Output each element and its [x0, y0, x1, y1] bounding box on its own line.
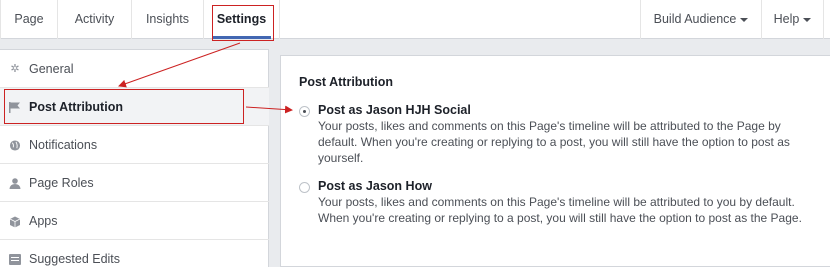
sidebar-item-suggested-edits[interactable]: Suggested Edits — [0, 240, 269, 267]
option-post-as-person[interactable]: Post as Jason How Your posts, likes and … — [299, 179, 819, 243]
build-audience-label: Build Audience — [653, 12, 737, 26]
page-top-nav: Page Activity Insights Settings Build Au… — [0, 0, 830, 39]
globe-icon — [9, 140, 21, 151]
gear-icon: ✲ — [10, 63, 20, 75]
sidebar-item-notifications[interactable]: Notifications — [0, 126, 269, 164]
sidebar-item-page-roles[interactable]: Page Roles — [0, 164, 269, 202]
post-attribution-panel: Post Attribution Post as Jason HJH Socia… — [280, 55, 830, 267]
sidebar-item-label: Apps — [29, 214, 58, 228]
radio-post-as-person[interactable] — [299, 182, 310, 193]
option-description: Your posts, likes and comments on this P… — [318, 195, 802, 225]
cube-icon — [9, 216, 21, 228]
settings-sidebar: ✲ General Post Attribution Notifications… — [0, 49, 269, 267]
sidebar-item-label: General — [29, 62, 74, 76]
help-menu[interactable]: Help — [762, 0, 824, 39]
option-description: Your posts, likes and comments on this P… — [318, 119, 790, 165]
tab-page[interactable]: Page — [0, 0, 58, 39]
list-icon — [9, 254, 21, 265]
radio-post-as-page[interactable] — [299, 106, 310, 117]
option-title: Post as Jason How — [318, 179, 432, 193]
tab-activity[interactable]: Activity — [58, 0, 132, 39]
panel-title: Post Attribution — [299, 75, 393, 89]
sidebar-item-label: Notifications — [29, 138, 98, 152]
chevron-down-icon — [740, 17, 749, 22]
sidebar-item-label: Suggested Edits — [29, 252, 121, 266]
post-attribution-highlight-box — [4, 89, 244, 124]
option-title: Post as Jason HJH Social — [318, 103, 471, 117]
build-audience-menu[interactable]: Build Audience — [640, 0, 762, 39]
settings-highlight-box — [212, 5, 274, 41]
option-post-as-page[interactable]: Post as Jason HJH Social Your posts, lik… — [299, 103, 819, 167]
sidebar-item-label: Page Roles — [29, 176, 94, 190]
sidebar-item-general[interactable]: ✲ General — [0, 50, 269, 88]
help-label: Help — [773, 12, 800, 26]
tab-insights[interactable]: Insights — [132, 0, 204, 39]
person-icon — [9, 178, 21, 189]
sidebar-item-apps[interactable]: Apps — [0, 202, 269, 240]
chevron-down-icon — [803, 17, 812, 22]
